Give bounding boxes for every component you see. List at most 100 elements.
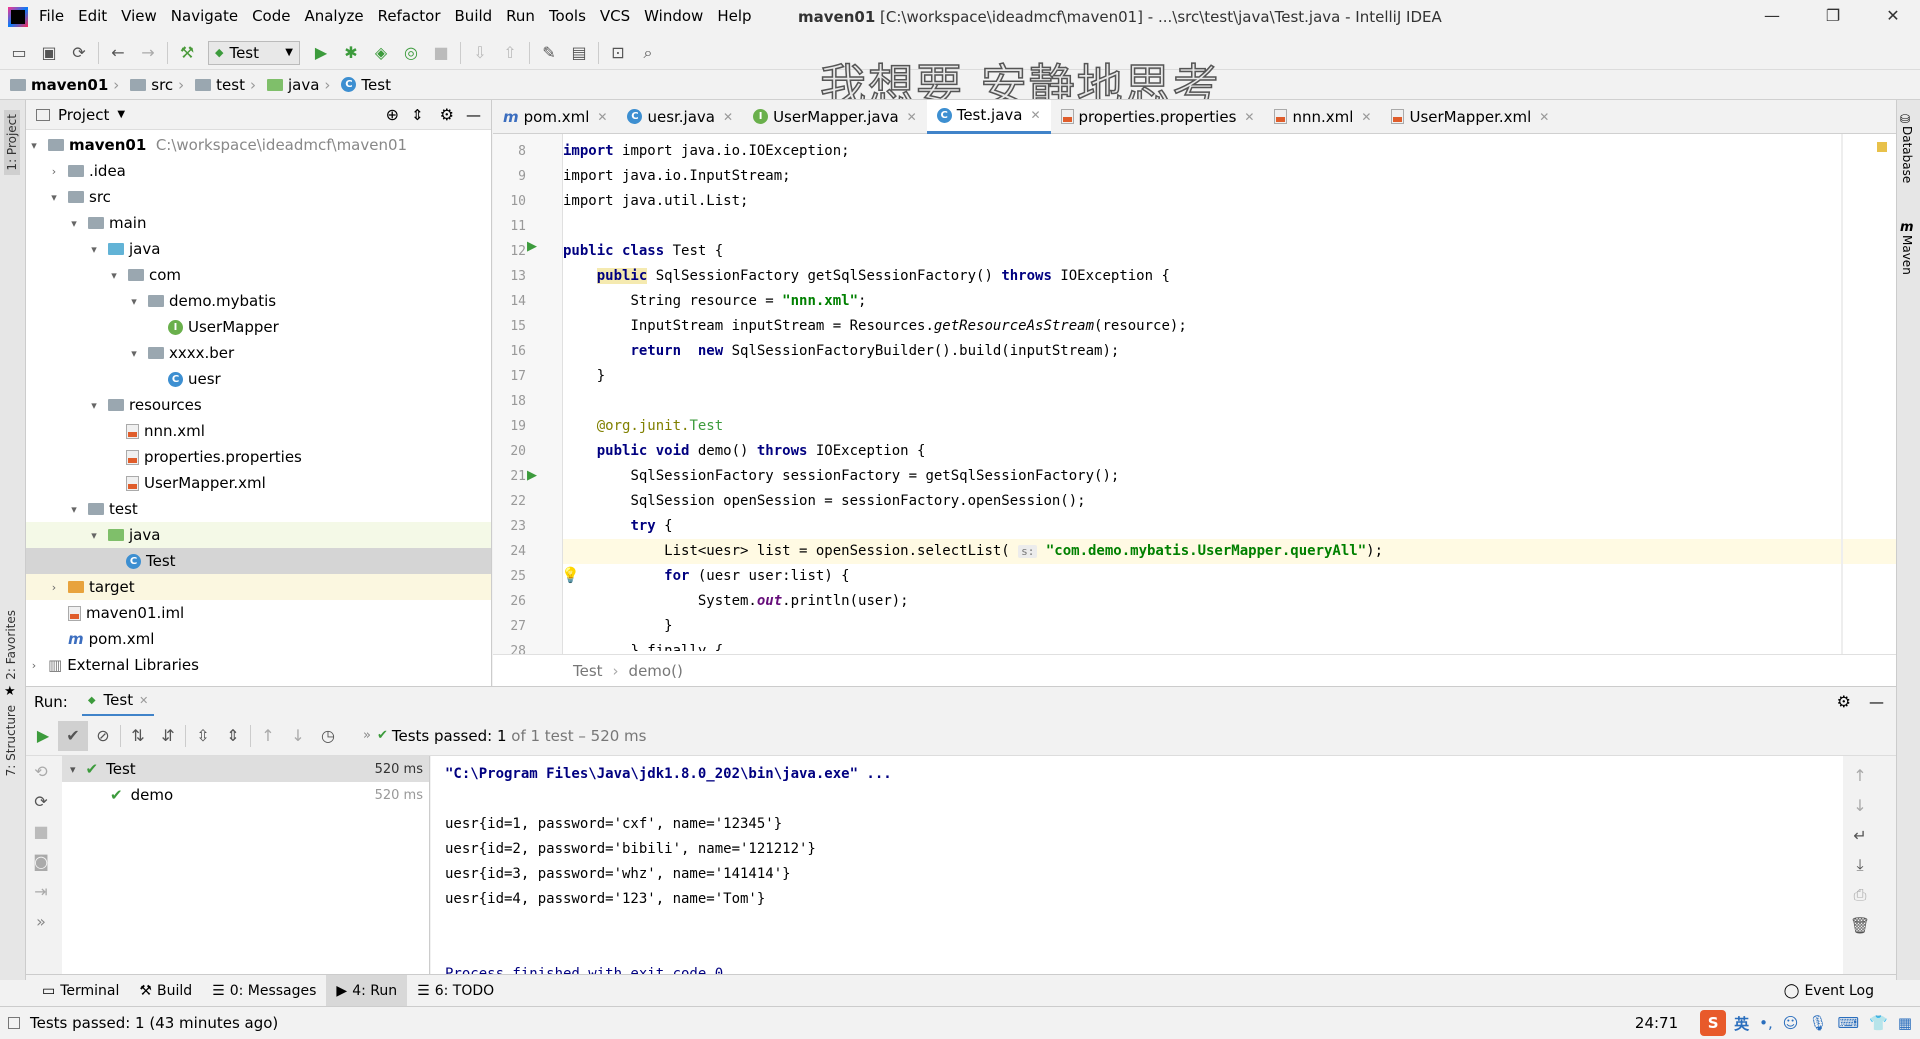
stop-icon[interactable]: ■ [26,816,56,846]
debug-icon[interactable]: ✱ [336,38,366,68]
tab-pom-xml[interactable]: m pom.xml ✕ [493,100,617,134]
run-test-gutter-icon[interactable]: ▶ [527,239,537,254]
run-icon[interactable]: ▶ [306,38,336,68]
menu-file[interactable]: File [32,7,71,25]
soft-wrap-icon[interactable]: ↵ [1845,820,1875,850]
tree-node-idea[interactable]: › .idea [26,158,491,184]
maven-tool-button[interactable]: m Maven [1900,220,1914,275]
tab-usermapper-java[interactable]: I UserMapper.java ✕ [743,100,927,134]
ime-voice-icon[interactable]: 🎙 [1808,1014,1827,1032]
sort-alphabetically-icon[interactable]: ⇅ [123,721,153,751]
menu-edit[interactable]: Edit [71,7,114,25]
menu-view[interactable]: View [114,7,164,25]
ime-punctuation-icon[interactable]: •, [1759,1014,1773,1032]
tab-messages[interactable]: ☰ 0: Messages [202,975,326,1007]
tab-nnn-xml[interactable]: nnn.xml ✕ [1264,100,1381,134]
tab-usermapper-xml[interactable]: UserMapper.xml ✕ [1381,100,1559,134]
ime-language-indicator[interactable]: 英 [1734,1013,1749,1034]
tree-node-resources[interactable]: ▾ resources [26,392,491,418]
search-icon[interactable]: ⌕ [633,38,663,68]
show-ignored-icon[interactable]: ⊘ [88,721,118,751]
forward-icon[interactable]: → [133,38,163,68]
tree-node-pom[interactable]: m pom.xml [26,626,491,652]
settings-wrench-icon[interactable]: ✎ [534,38,564,68]
menu-analyze[interactable]: Analyze [297,7,370,25]
print-icon[interactable]: ⎙ [1845,880,1875,910]
run-tab-test[interactable]: ◆ Test ✕ [81,687,155,717]
project-tool-button[interactable]: 1: Project [4,110,20,175]
editor-breadcrumb-class[interactable]: Test [573,662,603,680]
test-history-icon[interactable]: ◷ [313,721,343,751]
event-log-button[interactable]: ◯ Event Log [1774,975,1884,1007]
menu-navigate[interactable]: Navigate [164,7,245,25]
menu-vcs[interactable]: VCS [593,7,637,25]
tree-node-uesr[interactable]: Cuesr [26,366,491,392]
menu-tools[interactable]: Tools [542,7,593,25]
gear-icon[interactable]: ⚙ [1837,692,1851,711]
tab-terminal[interactable]: ▭ Terminal [32,975,129,1007]
project-panel-title[interactable]: Project [58,106,109,124]
commit-icon[interactable]: ⇧ [495,38,525,68]
minimize-window-button[interactable]: — [1757,6,1787,25]
save-all-icon[interactable]: ▣ [34,38,64,68]
menu-build[interactable]: Build [448,7,500,25]
update-project-icon[interactable]: ⇩ [465,38,495,68]
stop-icon[interactable]: ■ [426,38,456,68]
code-editor[interactable]: import import java.io.IOException; impor… [563,134,1896,654]
tab-run[interactable]: ▶ 4: Run [326,974,408,1007]
sort-by-duration-icon[interactable]: ⇵ [153,721,183,751]
ime-emoji-icon[interactable]: ☺ [1783,1014,1799,1032]
show-passed-icon[interactable]: ✔ [58,720,88,751]
previous-failed-icon[interactable]: ↑ [253,721,283,751]
console-output[interactable]: "C:\Program Files\Java\jdk1.8.0_202\bin\… [431,756,1843,974]
tool-window-toggle-icon[interactable] [8,1017,20,1029]
tab-test-java[interactable]: C Test.java ✕ [926,99,1051,134]
tree-node-maven01[interactable]: ▾ maven01 C:\workspace\ideadmcf\maven01 [26,132,491,158]
close-icon[interactable]: ✕ [1539,110,1549,124]
profile-icon[interactable]: ◎ [396,38,426,68]
inspection-status-icon[interactable] [1877,142,1887,152]
close-window-button[interactable]: ✕ [1878,6,1908,25]
next-failed-icon[interactable]: ↓ [283,721,313,751]
menu-code[interactable]: Code [245,7,297,25]
breadcrumb-test[interactable]: test › [195,76,261,94]
ime-skin-icon[interactable]: 👕 [1869,1014,1888,1032]
close-icon[interactable]: ✕ [723,110,733,124]
menu-help[interactable]: Help [710,7,758,25]
more-icon[interactable]: » [363,728,371,743]
chevron-down-icon[interactable]: ▼ [117,109,125,120]
project-structure-icon[interactable]: ▤ [564,38,594,68]
menu-run[interactable]: Run [499,7,542,25]
scroll-up-icon[interactable]: ↑ [1845,760,1875,790]
tree-node-usermapper[interactable]: I UserMapper [26,314,491,340]
ime-tools-icon[interactable]: ▦ [1898,1014,1912,1032]
scroll-down-icon[interactable]: ↓ [1845,790,1875,820]
restore-layout-icon[interactable]: ⟳ [26,786,56,816]
locate-icon[interactable]: ⊕ [386,105,399,124]
restore-window-button[interactable]: ❐ [1818,6,1848,25]
breadcrumb-src[interactable]: src › [130,76,189,94]
expand-all-icon[interactable]: ⇳ [188,721,218,751]
run-with-coverage-icon[interactable]: ◈ [366,38,396,68]
close-icon[interactable]: ✕ [1361,110,1371,124]
menu-window[interactable]: Window [637,7,710,25]
caret-position[interactable]: 24:71 [1635,1014,1678,1032]
close-icon[interactable]: ✕ [907,110,917,124]
terminal-icon[interactable]: ⊡ [603,38,633,68]
test-node-class[interactable]: ▾ ✔ Test 520 ms [62,756,429,782]
tree-node-test-java[interactable]: ▾ java [26,522,491,548]
trash-icon[interactable]: 🗑 [1845,910,1875,940]
rerun-icon[interactable]: ▶ [28,721,58,751]
menu-refactor[interactable]: Refactor [371,7,448,25]
build-hammer-icon[interactable]: ⚒ [172,38,202,68]
run-config-select[interactable]: ◆ Test ▼ [208,40,300,65]
run-test-gutter-icon[interactable]: ▶ [527,468,537,483]
back-icon[interactable]: ← [103,38,133,68]
tab-properties[interactable]: properties.properties ✕ [1051,100,1265,134]
close-icon[interactable]: ✕ [1244,110,1254,124]
tab-uesr-java[interactable]: Cuesr.java ✕ [617,100,743,134]
pin-tab-icon[interactable]: ⟲ [26,756,56,786]
open-folder-icon[interactable]: ▭ [4,38,34,68]
editor-breadcrumb-method[interactable]: demo() [629,662,683,680]
breadcrumb-maven01[interactable]: maven01 › [10,76,124,94]
